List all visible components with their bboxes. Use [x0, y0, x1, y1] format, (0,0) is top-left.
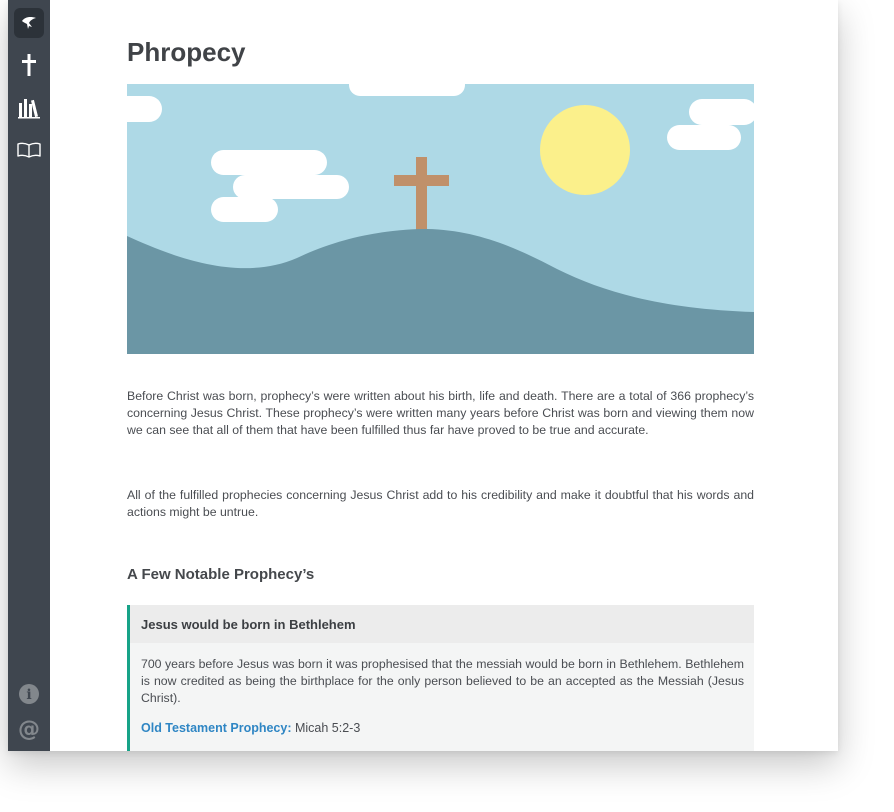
- page-title: Phropecy: [127, 37, 246, 67]
- prophecy-reference: Old Testament Prophecy: Micah 5:2-3: [130, 707, 754, 735]
- sidebar-item-contact[interactable]: @: [14, 713, 44, 743]
- prophecy-reference-label[interactable]: Old Testament Prophecy:: [141, 721, 292, 735]
- section-title: A Few Notable Prophecy’s: [127, 566, 315, 583]
- open-book-icon: [17, 142, 41, 158]
- sidebar-item-cross[interactable]: [14, 50, 44, 80]
- credibility-paragraph: All of the fulfilled prophecies concerni…: [127, 488, 754, 519]
- sidebar-item-info[interactable]: i: [14, 679, 44, 709]
- prophecy-card-text: 700 years before Jesus was born it was p…: [141, 657, 744, 705]
- main-content: Phropecy Before Christ was born, prophec…: [50, 0, 838, 751]
- sidebar-item-bible[interactable]: [14, 135, 44, 165]
- app-window: i @ Phropecy Before Christ was born, pro…: [8, 0, 838, 751]
- prophecy-reference-value: Micah 5:2-3: [291, 721, 361, 735]
- intro-paragraph: Before Christ was born, prophecy’s were …: [127, 389, 754, 437]
- sidebar-item-home[interactable]: [14, 8, 44, 38]
- prophecy-card: Jesus would be born in Bethlehem 700 yea…: [127, 605, 754, 751]
- sidebar: i @: [8, 0, 50, 751]
- at-icon: @: [18, 717, 40, 740]
- cross-icon: [22, 54, 36, 76]
- at-icon-glyph: @: [18, 717, 40, 740]
- sidebar-item-library[interactable]: [14, 93, 44, 123]
- info-icon-glyph: i: [26, 687, 31, 703]
- books-icon: [18, 99, 40, 119]
- calvary-illustration: [127, 84, 754, 354]
- hero-illustration: [127, 84, 754, 354]
- dove-icon: [22, 17, 36, 29]
- sun: [540, 105, 630, 195]
- prophecy-card-title: Jesus would be born in Bethlehem: [130, 605, 754, 643]
- info-icon: i: [19, 684, 39, 704]
